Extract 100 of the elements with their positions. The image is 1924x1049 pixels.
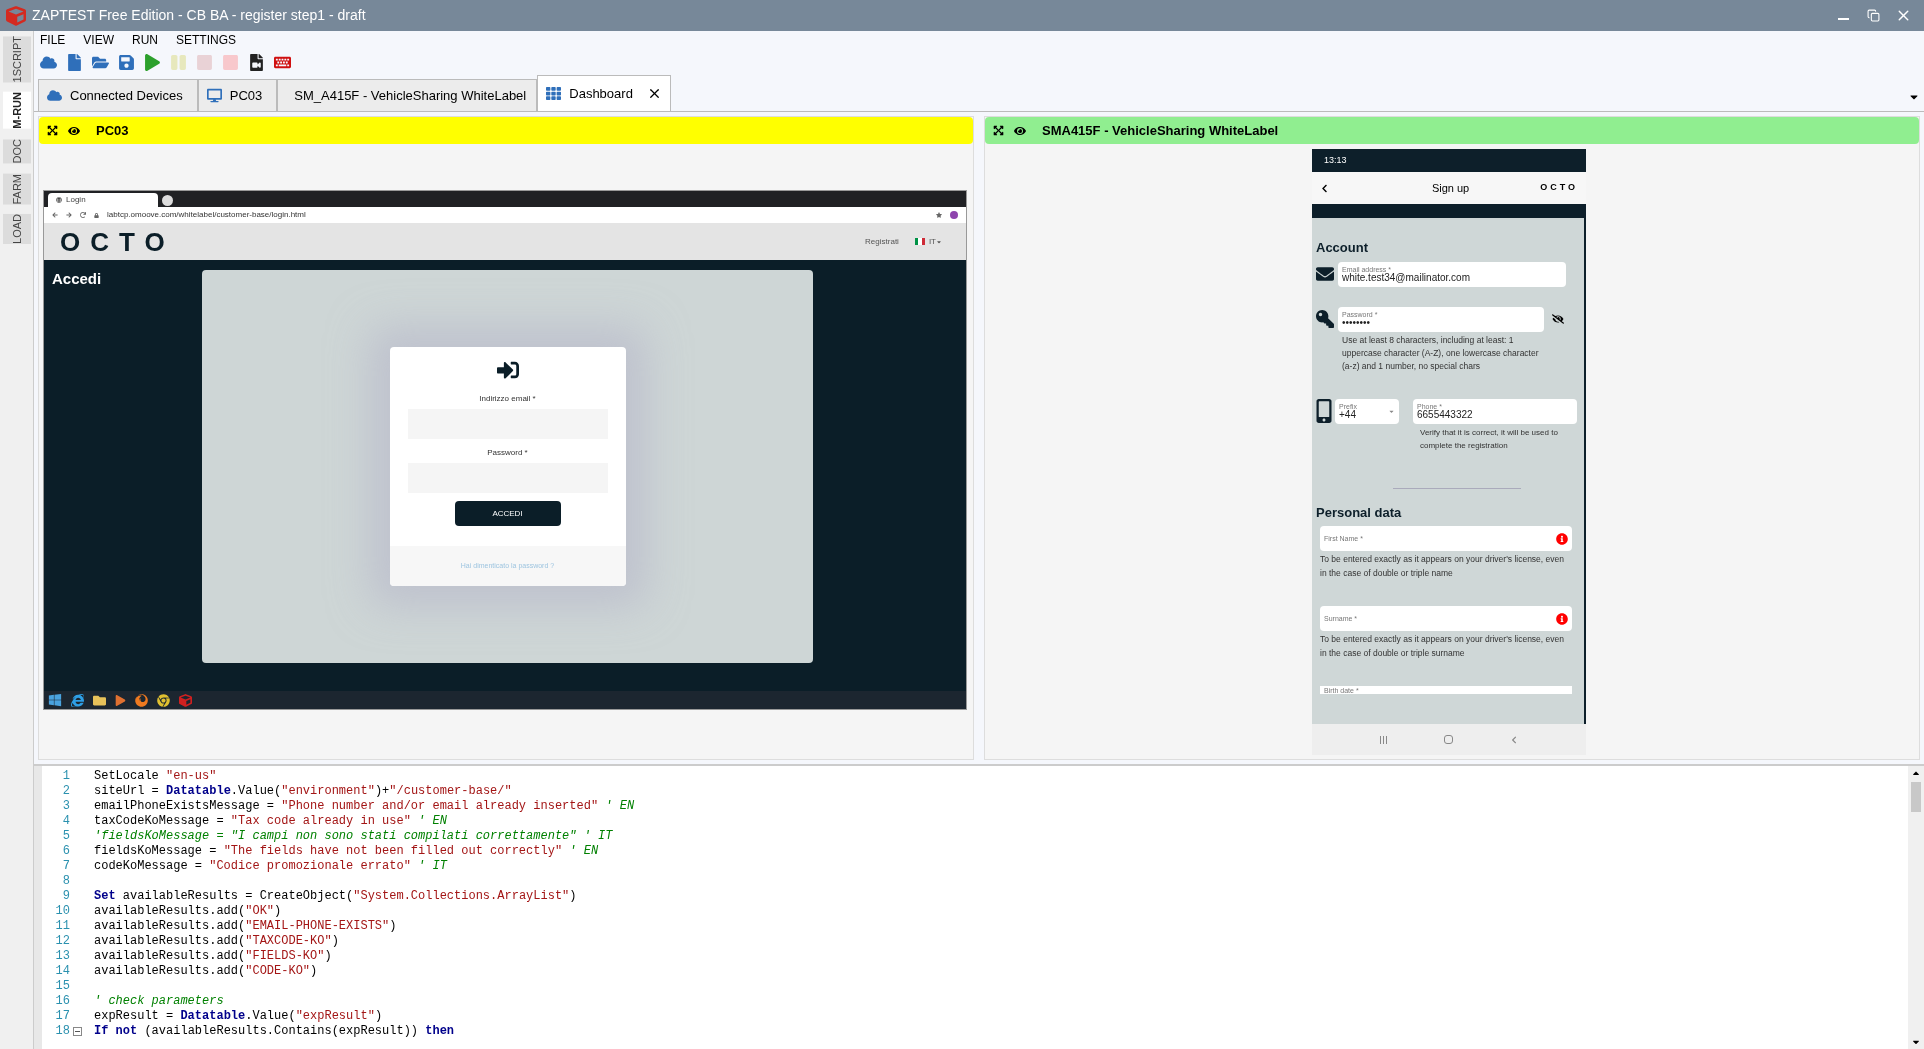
expand-icon[interactable] [47, 125, 58, 136]
star-icon[interactable] [936, 212, 942, 218]
line-number: 10 [54, 904, 70, 919]
screen-title: Sign up [1430, 180, 1471, 196]
code-line: siteUrl = Datatable.Value("environment")+"/customer-base/" [93, 784, 512, 799]
tab[interactable]: Connected Devices [38, 79, 198, 111]
code-line: Set availableResults = CreateObject("System.Collections.ArrayList") [93, 889, 577, 904]
fox-icon[interactable] [135, 693, 148, 707]
tab[interactable]: Dashboard [537, 75, 671, 111]
recent-apps-icon[interactable] [1380, 735, 1388, 744]
tab[interactable]: PC03 [197, 79, 278, 111]
menu-item[interactable]: VIEW [83, 31, 114, 49]
email-label: Indirizzo email * [479, 393, 536, 405]
expand-icon[interactable] [993, 125, 1004, 136]
code-line: 'fieldsKoMessage = "I campi non sono stati compilati correttamente" ' IT [93, 829, 613, 844]
info-icon [1556, 612, 1568, 625]
line-number: 1 [61, 769, 70, 784]
menu-item[interactable]: RUN [132, 31, 158, 49]
line-number: 18 [54, 1024, 70, 1039]
envelope-icon [1316, 265, 1334, 283]
reload-icon[interactable] [80, 212, 86, 218]
start-icon[interactable] [48, 693, 62, 707]
monitor-icon [206, 88, 222, 103]
login-button[interactable]: ACCEDI [454, 501, 561, 526]
line-number: 13 [54, 949, 70, 964]
line-number: 8 [61, 874, 70, 889]
side-tab[interactable]: DOC [2, 139, 31, 164]
code-line: availableResults.add("TAXCODE-KO") [93, 934, 339, 949]
key-icon [1316, 310, 1334, 328]
new-tab-button[interactable] [162, 195, 173, 206]
phone-icon [1316, 399, 1332, 423]
menu-item[interactable]: FILE [40, 31, 66, 49]
code-line: emailPhoneExistsMessage = "Phone number and/or email already inserted" ' EN [93, 799, 635, 814]
caret-icon [936, 238, 942, 245]
password-hint: Use at least 8 characters, including at least: 1 uppercase character (A-Z), one lowercase character (a-z) and 1 number, no special chars [1342, 333, 1540, 373]
line-number: 7 [61, 859, 70, 874]
side-tab[interactable]: LOAD [2, 214, 31, 245]
section-heading: Personal data [1316, 503, 1403, 522]
panel-title: SMA415F - VehicleSharing WhiteLabel [1042, 121, 1279, 140]
avatar-icon[interactable] [950, 211, 958, 219]
side-tab[interactable]: FARM [2, 173, 31, 205]
logo: OCTO [60, 228, 175, 255]
minimize-icon [1837, 17, 1849, 20]
phone-hint: Verify that it is correct, it will be used to complete the registration [1420, 426, 1559, 452]
side-tab[interactable]: M-RUN [2, 92, 31, 130]
panel-title: PC03 [96, 121, 129, 140]
flag-icon [914, 238, 925, 245]
status-time: 13:13 [1324, 153, 1347, 167]
line-number: 15 [54, 979, 70, 994]
fold-toggle[interactable] [72, 1027, 82, 1036]
password-label: Password * [487, 447, 528, 459]
line-number: 5 [61, 829, 70, 844]
page-title: Accedi [52, 270, 102, 287]
first-name-hint: To be entered exactly as it appears on your driver's license, even in the case of double or triple name [1320, 553, 1565, 580]
info-icon [1556, 532, 1568, 545]
url-field[interactable]: labtcp.omoove.com/whitelabel/customer-base/login.html [107, 209, 306, 221]
eye-icon[interactable] [1014, 124, 1026, 137]
line-number: 17 [54, 1009, 70, 1024]
grid-icon [546, 86, 562, 101]
line-number: 9 [61, 889, 70, 904]
play-icon[interactable] [142, 52, 162, 72]
code-line: ' check parameters [93, 994, 224, 1009]
cube-icon[interactable] [179, 693, 192, 707]
code-line: If not (availableResults.Contains(expResult)) then [93, 1024, 455, 1039]
code-line: fieldsKoMessage = "The fields have not been filled out correctly" ' EN [93, 844, 599, 859]
chrome-icon[interactable] [157, 693, 170, 707]
app-icon [6, 5, 26, 26]
eye-slash-icon[interactable] [1552, 313, 1564, 325]
save-icon[interactable] [116, 52, 136, 72]
vertical-scrollbar[interactable] [1908, 766, 1924, 1049]
register-link[interactable]: Registrati [865, 235, 899, 248]
scroll-thumb[interactable] [1911, 782, 1921, 812]
sign-in-icon [496, 359, 519, 381]
section-heading: Account [1316, 239, 1369, 257]
line-number: 3 [61, 799, 70, 814]
code-line: SetLocale "en-us" [93, 769, 217, 784]
browser-tab[interactable]: Login [48, 193, 158, 207]
back-icon[interactable] [1320, 183, 1329, 193]
cloud-icon [47, 88, 62, 103]
line-number: 11 [54, 919, 70, 934]
line-number: 16 [54, 994, 70, 1009]
tab[interactable]: SM_A415F - VehicleSharing WhiteLabel [277, 79, 538, 111]
folder-icon[interactable] [93, 693, 106, 707]
language-selector[interactable]: IT [928, 235, 942, 248]
code-line: availableResults.add("FIELDS-KO") [93, 949, 332, 964]
code-line: availableResults.add("EMAIL-PHONE-EXISTS") [93, 919, 397, 934]
surname-hint: To be entered exactly as it appears on your driver's license, even in the case of double or triple surname [1320, 633, 1565, 660]
play-icon[interactable] [115, 694, 126, 706]
line-number: 14 [54, 964, 70, 979]
lock-icon [94, 212, 99, 218]
code-line: taxCodeKoMessage = "Tax code already in use" ' EN [93, 814, 447, 829]
line-number: 6 [61, 844, 70, 859]
menu-item[interactable]: SETTINGS [176, 31, 237, 49]
forward-icon[interactable] [66, 212, 72, 218]
eye-icon[interactable] [68, 124, 80, 137]
code-line: availableResults.add("OK") [93, 904, 282, 919]
browser-icon[interactable] [71, 693, 84, 707]
home-icon[interactable] [1444, 735, 1453, 744]
restore-icon [1866, 9, 1880, 22]
side-tab[interactable]: 1SCRIPT [2, 36, 31, 83]
